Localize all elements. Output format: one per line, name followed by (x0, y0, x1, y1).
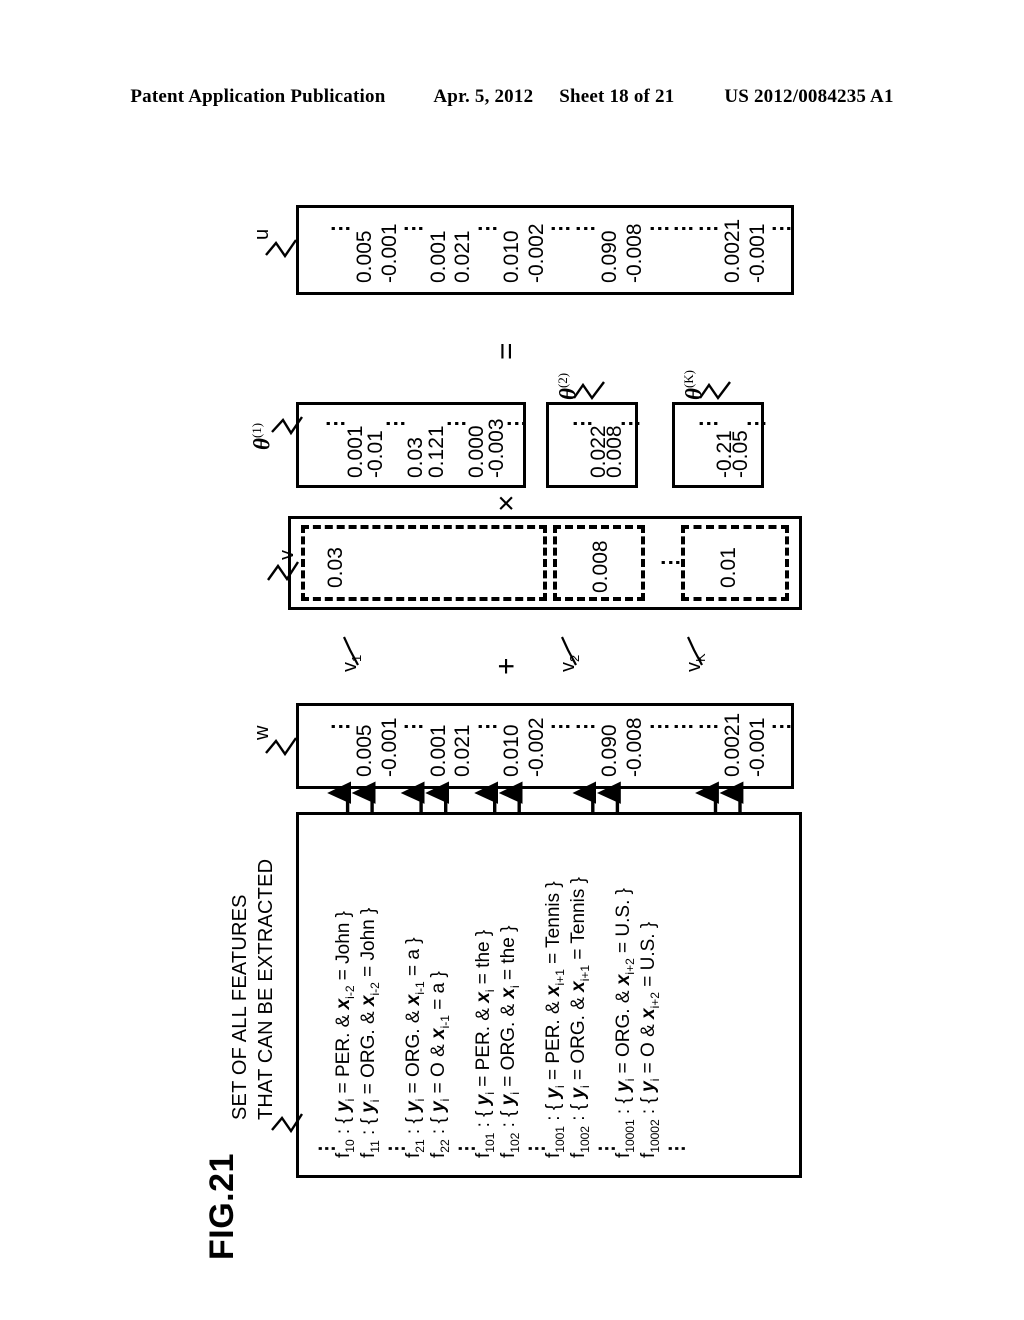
theta-K-cell-2: -0.05 (728, 430, 752, 478)
vector-u-cell-7: 0.010 (500, 230, 524, 283)
vector-v-sublabel-1: v1 (339, 654, 364, 672)
vector-u-cell-13: ⋮ (647, 216, 671, 239)
vector-u-cell-14: ⋮ (672, 216, 696, 239)
operator-equals: = (490, 342, 523, 360)
vector-u-cell-10: ⋮ (573, 216, 597, 239)
feature-set-caption: SET OF ALL FEATURES THAT CAN BE EXTRACTE… (228, 859, 279, 1120)
theta-1-cell-0: ⋮ (323, 411, 347, 434)
vector-u-cell-12: -0.008 (622, 223, 646, 283)
vector-w-cell-12: -0.008 (622, 717, 646, 777)
vector-w-cell-17: -0.001 (745, 717, 769, 777)
v2-subscript: 2 (567, 654, 582, 662)
vector-w-cell-15: ⋮ (696, 714, 720, 737)
feature-row-f22: f22 : { yi = O & xi-1 = a } (428, 971, 452, 1158)
vector-w-cell-7: 0.010 (500, 724, 524, 777)
caption-line-2: THAT CAN BE EXTRACTED (254, 858, 277, 1120)
vector-w-cell-8: -0.002 (524, 717, 548, 777)
feature-row-f1001: f1001 : { yi = PER. & xi+1 = Tennis } (543, 881, 567, 1158)
theta-K-superscript: (K) (681, 370, 696, 389)
theta-1-cell-4: 0.03 (404, 437, 428, 478)
vK-subscript: K (693, 653, 708, 662)
feature-row-f1002: f1002 : { yi = ORG. & xi+1 = Tennis } (568, 877, 592, 1158)
theta-1-cell-6: ⋮ (444, 411, 468, 434)
theta-K-label: θ(K) (681, 370, 707, 400)
vector-w-cell-16: 0.0021 (721, 712, 745, 777)
theta-1-cell-9: ⋮ (505, 411, 529, 434)
v1-symbol: v (339, 662, 361, 672)
vector-u-cell-2: -0.001 (377, 223, 401, 283)
vector-u-cell-5: 0.021 (451, 230, 475, 283)
theta-1-superscript: (1) (249, 422, 264, 439)
feature-row-f101: f101 : { yi = PER. & xi = the } (473, 929, 497, 1158)
vector-w-cell-3: ⋮ (402, 714, 426, 737)
vector-v-separator-dots: ⋮ (659, 550, 682, 573)
vector-u-cell-6: ⋮ (475, 216, 499, 239)
vector-u-cell-0: ⋮ (328, 216, 352, 239)
vector-u-cell-3: ⋮ (402, 216, 426, 239)
vector-w-cell-18: ⋮ (770, 714, 794, 737)
vector-v-value-2: 0.008 (589, 540, 612, 593)
vector-u-cell-4: 0.001 (426, 230, 450, 283)
theta-1-cell-5: 0.121 (424, 425, 448, 478)
theta-2-superscript: (2) (555, 372, 570, 389)
vector-w-cell-10: ⋮ (573, 714, 597, 737)
theta-2-label: θ(2) (555, 372, 581, 400)
theta-2-cell-3: ⋮ (618, 411, 642, 434)
operator-plus: + (490, 657, 523, 675)
vector-v-value-1: 0.03 (324, 547, 347, 588)
theta-1-cell-7: 0.000 (464, 425, 488, 478)
vector-u-cell-1: 0.005 (353, 230, 377, 283)
vector-v-sublabel-K: vK (683, 653, 708, 672)
vector-u-label: u (251, 228, 273, 240)
vector-w-cell-11: 0.090 (598, 724, 622, 777)
v2-symbol: v (557, 662, 579, 672)
theta-1-cell-1: 0.001 (343, 425, 367, 478)
vector-w-cell-14: ⋮ (672, 714, 696, 737)
vector-w-cell-6: ⋮ (475, 714, 499, 737)
vector-w-label: w (251, 725, 273, 740)
vector-w-cell-13: ⋮ (647, 714, 671, 737)
theta-K-symbol: θ (681, 388, 707, 400)
vector-w-cell-4: 0.001 (426, 724, 450, 777)
theta-1-symbol: θ (249, 438, 275, 450)
feature-row-f21: f21 : { yi = ORG. & xi-1 = a } (403, 937, 427, 1158)
vector-v-sublabel-2: v2 (557, 654, 582, 672)
theta-1-cell-3: ⋮ (384, 411, 408, 434)
theta-K-cell-3: ⋮ (744, 411, 768, 434)
vector-u-cell-18: ⋮ (770, 216, 794, 239)
vector-u-cell-8: -0.002 (524, 223, 548, 283)
vector-v-value-K: 0.01 (717, 547, 740, 588)
theta-1-label: θ(1) (249, 422, 275, 450)
vK-symbol: v (683, 662, 705, 672)
vector-v-label: v (276, 550, 298, 560)
operator-times: × (490, 494, 523, 512)
theta-1-cell-2: -0.01 (363, 430, 387, 478)
vector-u-cell-16: 0.0021 (721, 218, 745, 283)
figure-label: FIG.21 (203, 1153, 241, 1260)
feature-row-f10002: f10002 : { yi = O & xi+2 = U.S. } (638, 921, 662, 1158)
feature-row-f11: f11 : { yi = ORG. & xi-2 = John } (358, 907, 382, 1158)
v1-subscript: 1 (349, 654, 364, 662)
vector-w-cell-5: 0.021 (451, 724, 475, 777)
feature-row-f10001: f10001 : { yi = ORG. & xi+2 = U.S. } (613, 888, 637, 1158)
vector-u-cell-17: -0.001 (745, 223, 769, 283)
vector-u-cell-15: ⋮ (696, 216, 720, 239)
vector-w-cell-9: ⋮ (549, 714, 573, 737)
vector-w-cell-2: -0.001 (377, 717, 401, 777)
vector-w-cell-0: ⋮ (328, 714, 352, 737)
vector-u-cell-9: ⋮ (549, 216, 573, 239)
vector-u-cell-11: 0.090 (598, 230, 622, 283)
theta-2-symbol: θ (555, 388, 581, 400)
theta-1-cell-8: -0.003 (485, 418, 509, 478)
vector-w-cell-1: 0.005 (353, 724, 377, 777)
feature-row-f102: f102 : { yi = ORG. & xi = the } (498, 925, 522, 1158)
caption-line-1: SET OF ALL FEATURES (229, 894, 251, 1120)
feature-trailing-dots: ⋮ (667, 1137, 688, 1158)
feature-row-f10: f10 : { yi = PER. & xi-2 = John } (333, 911, 357, 1158)
figure-stage: FIG.21 u ⋮ 0.005 -0.001 ⋮ 0.001 0.021 ⋮ 0.010 -0… (0, 0, 1024, 1320)
